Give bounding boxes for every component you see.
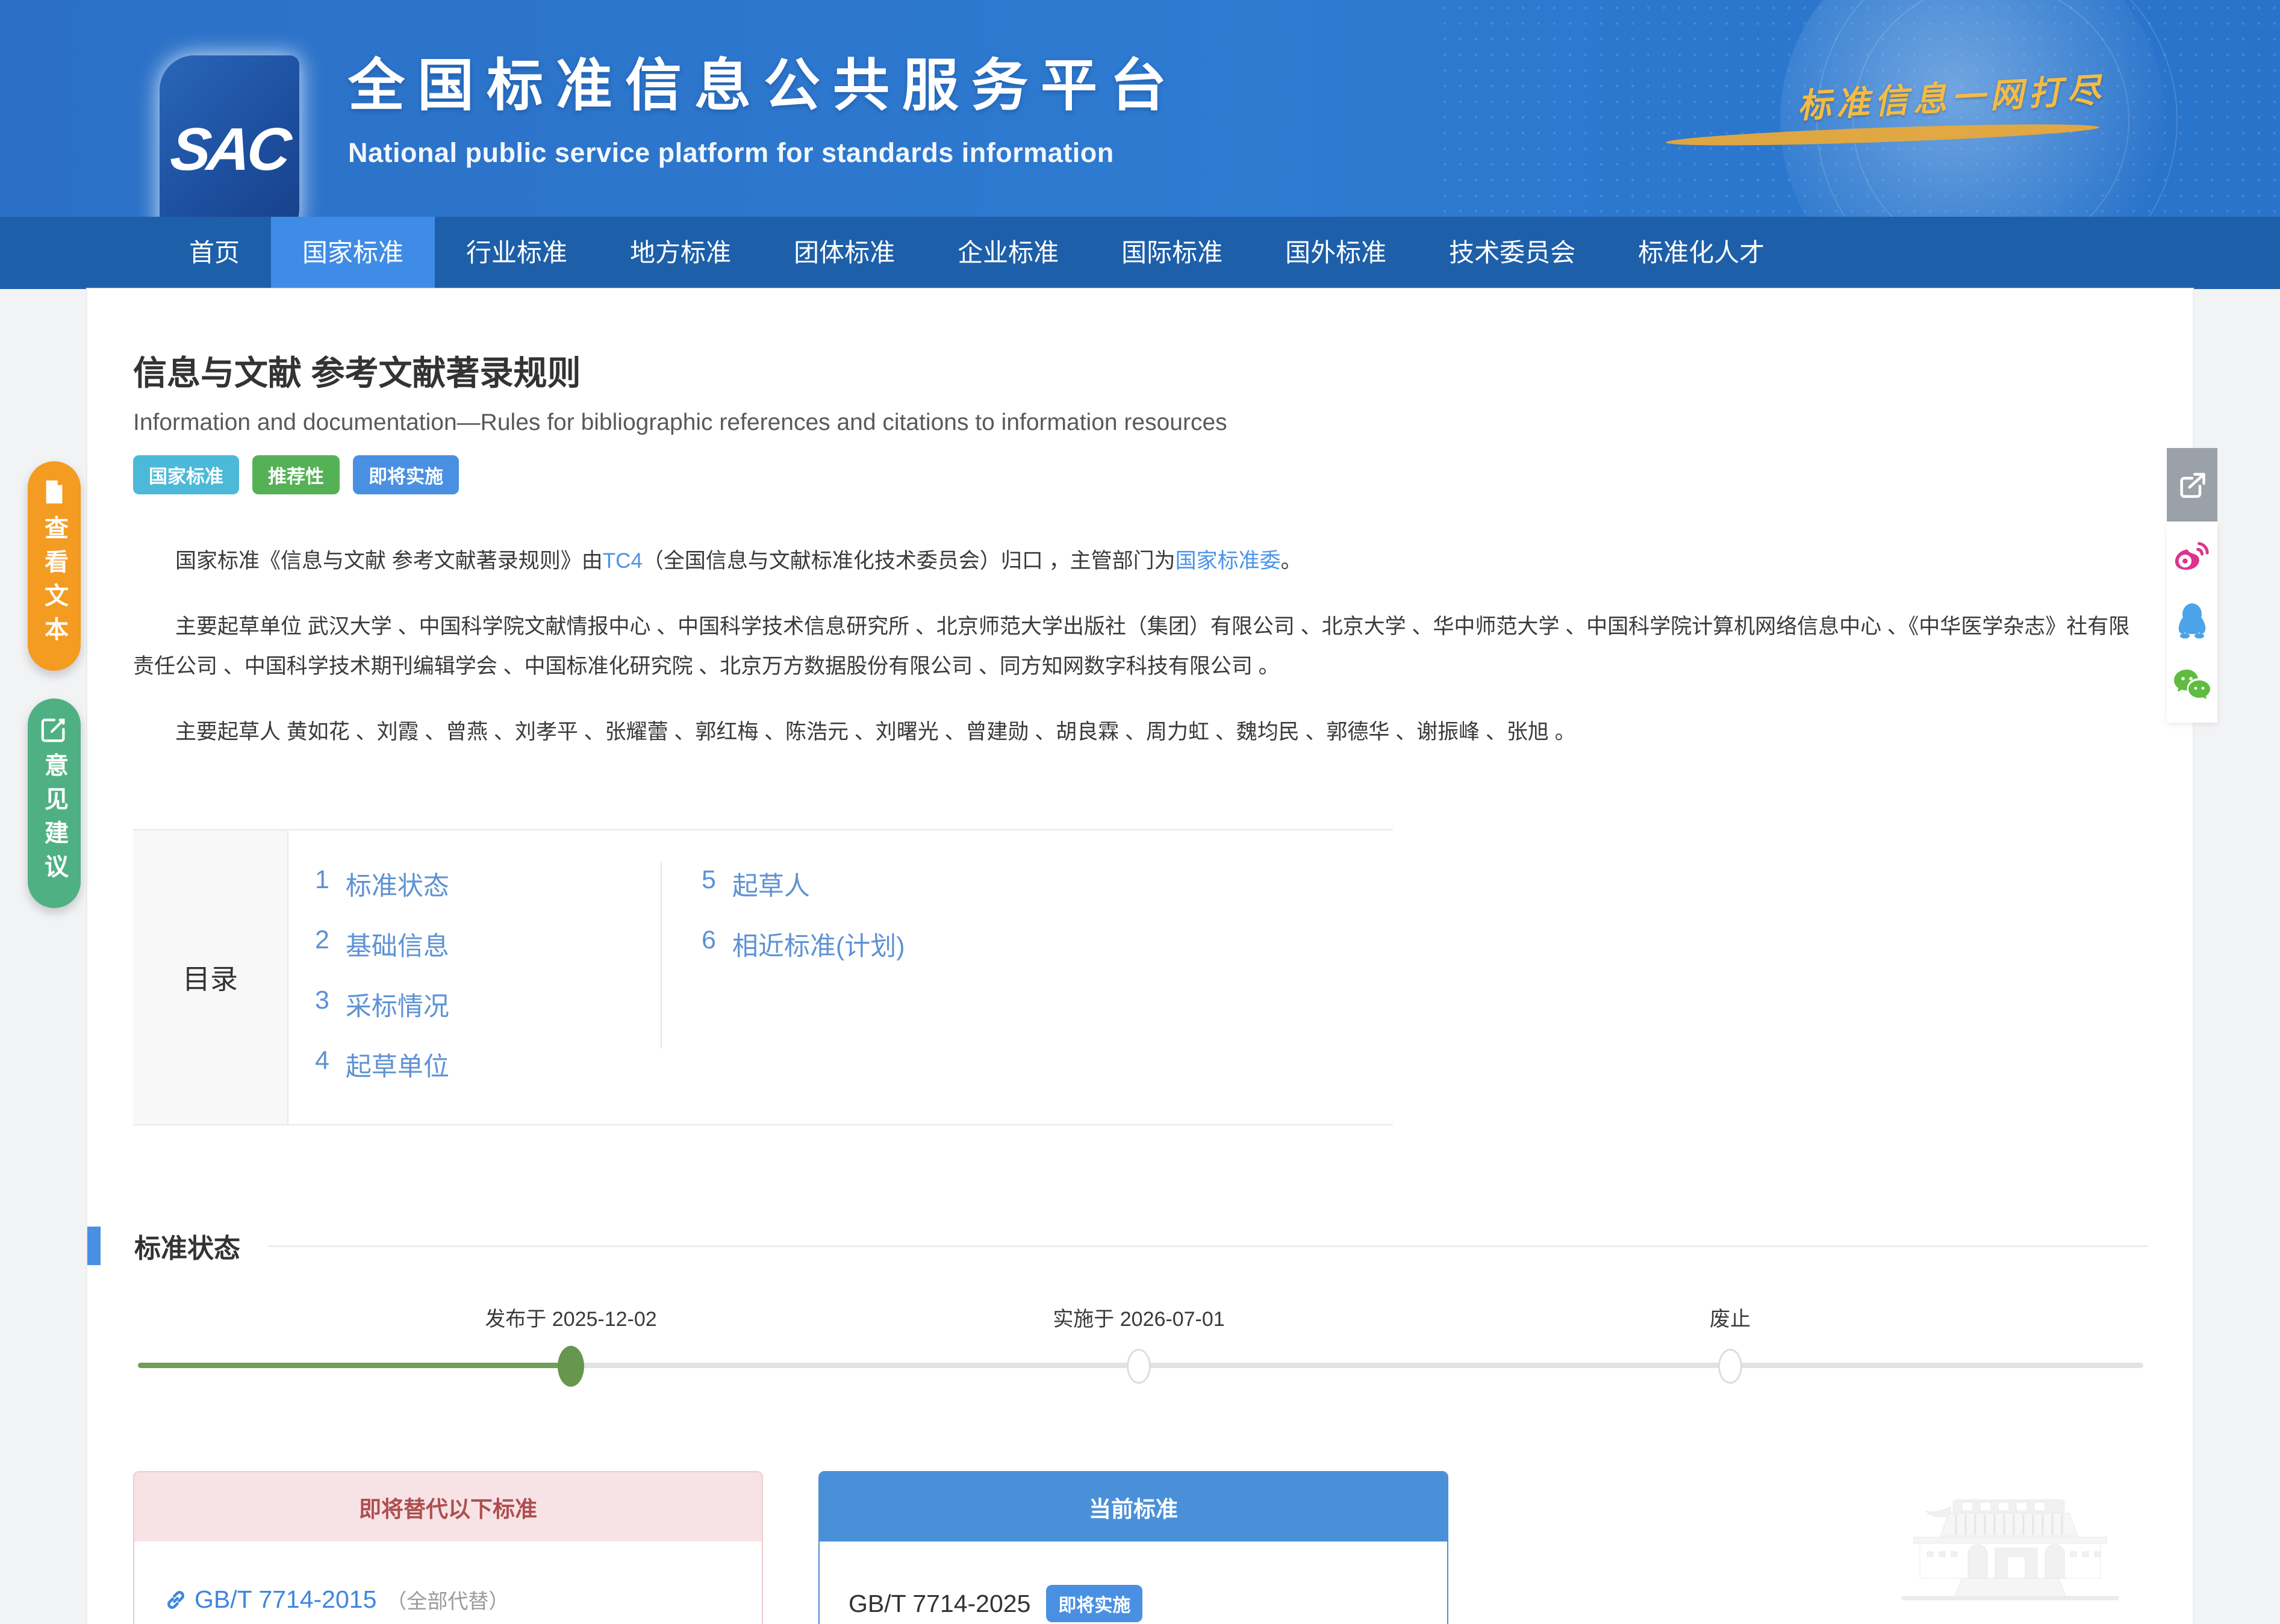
toc-item-adoption[interactable]: 3 采标情况 (315, 986, 659, 1023)
share-panel (2167, 448, 2217, 723)
qq-icon[interactable] (2175, 601, 2210, 639)
share-button[interactable] (2167, 448, 2217, 521)
timeline-label-abolished: 废止 (1710, 1302, 1751, 1332)
card-replaced-header: 即将替代以下标准 (134, 1472, 762, 1542)
paragraph-text: 国家标准《信息与文献 参考文献著录规则》由 (175, 549, 603, 573)
timeline-label-implemented: 实施于 2026-07-01 (1053, 1302, 1224, 1332)
status-section-title: 标准状态 (134, 1227, 240, 1265)
nav-item-foreign-standards[interactable]: 国外标准 (1254, 217, 1418, 289)
nav-item-home[interactable]: 首页 (158, 217, 271, 289)
toc-label: 目录 (133, 830, 288, 1124)
sac-logo[interactable]: SAC (160, 55, 299, 217)
document-icon (40, 478, 68, 506)
standard-title-en: Information and documentation—Rules for … (133, 409, 2148, 436)
section-accent-bar (87, 1227, 101, 1265)
chain-link-icon (163, 1587, 188, 1613)
current-standard-code: GB/T 7714-2025 (849, 1590, 1030, 1618)
toc-box: 目录 1 标准状态 2 基础信息 3 采标情况 (133, 829, 1393, 1125)
sac-logo-text: SAC (167, 115, 291, 184)
toc-item-drafting-units[interactable]: 4 起草单位 (315, 1046, 659, 1083)
timeline-progress (138, 1363, 571, 1368)
share-icon (2176, 469, 2208, 500)
content-panel: 信息与文献 参考文献著录规则 Information and documenta… (87, 289, 2193, 1624)
toc-item-label: 相近标准(计划) (732, 926, 905, 963)
card-current-code-row: GB/T 7714-2025 即将实施 (849, 1585, 1418, 1622)
edit-icon (40, 715, 68, 743)
toc-item-basic-info[interactable]: 2 基础信息 (315, 926, 659, 963)
share-icons (2167, 521, 2217, 723)
timeline-dot-published (558, 1346, 584, 1387)
toc-item-num: 1 (315, 865, 329, 903)
toc-item-label: 基础信息 (346, 926, 449, 963)
nav-item-local-standards[interactable]: 地方标准 (599, 217, 762, 289)
feedback-button[interactable]: 意见建议 (28, 698, 81, 908)
site-title-en: National public service platform for sta… (348, 137, 1179, 169)
replaced-standard-link[interactable]: GB/T 7714-2015 (195, 1585, 376, 1614)
main-nav: 首页 国家标准 行业标准 地方标准 团体标准 企业标准 国际标准 国外标准 技术… (0, 217, 2280, 289)
paragraph-text: （全国信息与文献标准化技术委员会）归口 ，主管部门为 (643, 549, 1176, 573)
toc-item-label: 起草人 (732, 865, 810, 903)
nav-item-national-standards[interactable]: 国家标准 (271, 217, 435, 289)
card-current-standard: 当前标准 GB/T 7714-2025 即将实施 信息与文献 参考文献著录规则 (818, 1471, 1448, 1624)
status-timeline: 发布于 2025-12-02 实施于 2026-07-01 废止 (138, 1302, 2149, 1441)
badge-upcoming: 即将实施 (353, 455, 459, 494)
toc-item-label: 起草单位 (346, 1046, 449, 1083)
nav-item-enterprise-standards[interactable]: 企业标准 (926, 217, 1090, 289)
toc-item-label: 标准状态 (346, 865, 449, 903)
card-replaced-body: GB/T 7714-2015 （全部代替） 信息与文献 参考文献著录规则 (134, 1542, 762, 1624)
toc-column-1: 1 标准状态 2 基础信息 3 采标情况 4 起草单位 (315, 865, 659, 1106)
paragraph-governance: 国家标准《信息与文献 参考文献著录规则》由TC4（全国信息与文献标准化技术委员会… (133, 541, 2148, 582)
toc-item-num: 3 (315, 986, 329, 1023)
weibo-icon[interactable] (2173, 540, 2211, 573)
toc-item-similar-standards[interactable]: 6 相近标准(计划) (702, 926, 905, 963)
sac-authority-link[interactable]: 国家标准委 (1176, 549, 1281, 573)
card-replaced-code-row: GB/T 7714-2015 （全部代替） (163, 1585, 733, 1614)
paragraph-text: 。 (1281, 549, 1302, 573)
card-current-body: GB/T 7714-2025 即将实施 信息与文献 参考文献著录规则 (820, 1542, 1447, 1624)
standard-cards: 即将替代以下标准 GB/T 7714-2015 （全部代替） (133, 1471, 2148, 1624)
toc-item-num: 5 (702, 865, 716, 903)
nav-item-standardization-talent[interactable]: 标准化人才 (1607, 217, 1796, 289)
card-current-header: 当前标准 (820, 1472, 1447, 1542)
status-section-header: 标准状态 (87, 1227, 2148, 1265)
toc-item-status[interactable]: 1 标准状态 (315, 865, 659, 903)
badge-national-standard: 国家标准 (133, 455, 239, 494)
timeline-dot-implemented (1127, 1349, 1151, 1384)
view-text-button[interactable]: 查看文本 (28, 461, 81, 671)
nav-item-group-standards[interactable]: 团体标准 (762, 217, 926, 289)
feedback-label: 意见建议 (37, 753, 72, 888)
timeline-dot-abolished (1718, 1349, 1742, 1384)
paragraph-drafters: 主要起草人 黄如花 、刘霞 、曾燕 、刘孝平 、张耀蕾 、郭红梅 、陈浩元 、刘… (133, 712, 2148, 753)
section-divider-line (268, 1245, 2148, 1247)
toc-item-num: 2 (315, 926, 329, 963)
toc-item-num: 6 (702, 926, 716, 963)
site-title-cn: 全国标准信息公共服务平台 (348, 40, 1179, 122)
nav-item-industry-standards[interactable]: 行业标准 (435, 217, 599, 289)
card-replaced-standard: 即将替代以下标准 GB/T 7714-2015 （全部代替） (133, 1471, 763, 1624)
toc-body: 1 标准状态 2 基础信息 3 采标情况 4 起草单位 (288, 830, 1393, 1124)
toc-column-divider (661, 862, 662, 1048)
badge-row: 国家标准 推荐性 即将实施 (133, 455, 2148, 494)
wechat-icon[interactable] (2173, 667, 2211, 701)
current-standard-badge: 即将实施 (1046, 1585, 1142, 1622)
toc-item-drafters[interactable]: 5 起草人 (702, 865, 905, 903)
timeline-label-published: 发布于 2025-12-02 (485, 1302, 656, 1332)
badge-recommended: 推荐性 (252, 455, 340, 494)
toc-item-label: 采标情况 (346, 986, 449, 1023)
nav-item-international-standards[interactable]: 国际标准 (1090, 217, 1254, 289)
view-text-label: 查看文本 (37, 515, 72, 650)
site-titles: 全国标准信息公共服务平台 National public service pla… (348, 40, 1179, 169)
tc4-link[interactable]: TC4 (603, 549, 643, 573)
building-watermark (1896, 1477, 2179, 1616)
description-paragraphs: 国家标准《信息与文献 参考文献著录规则》由TC4（全国信息与文献标准化技术委员会… (133, 541, 2148, 752)
replaced-standard-note: （全部代替） (386, 1585, 509, 1614)
site-header: 标准信息一网打尽 SAC 全国标准信息公共服务平台 National publi… (0, 0, 2280, 217)
standard-title-cn: 信息与文献 参考文献著录规则 (133, 346, 2148, 395)
page: 标准信息一网打尽 SAC 全国标准信息公共服务平台 National publi… (0, 0, 2280, 1624)
nav-item-technical-committees[interactable]: 技术委员会 (1418, 217, 1607, 289)
toc-item-num: 4 (315, 1046, 329, 1083)
paragraph-drafting-units: 主要起草单位 武汉大学 、中国科学院文献情报中心 、中国科学技术信息研究所 、北… (133, 607, 2148, 687)
toc-column-2: 5 起草人 6 相近标准(计划) (659, 865, 905, 1106)
